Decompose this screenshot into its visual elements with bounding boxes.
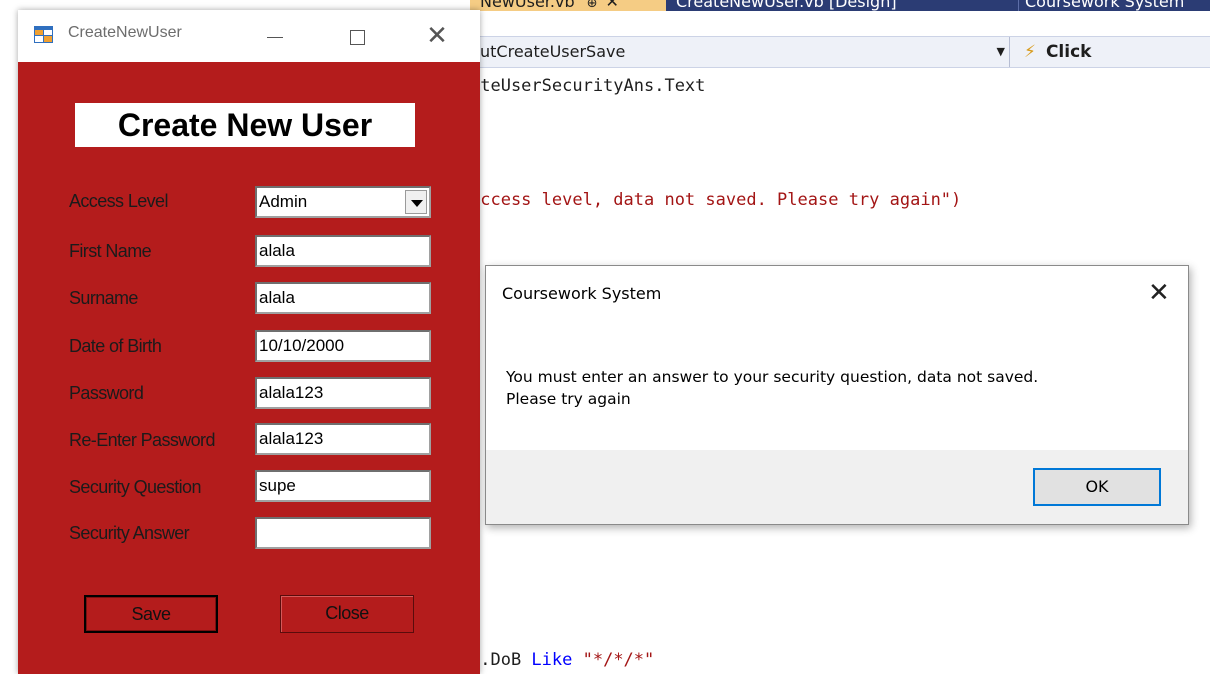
reenter-password-input[interactable]: alala123	[255, 423, 431, 455]
tab-coursework-system[interactable]: Coursework System	[1018, 0, 1184, 11]
access-level-label: Access Level	[69, 191, 168, 211]
minimize-button[interactable]	[252, 18, 298, 54]
save-button[interactable]: Save	[84, 595, 218, 633]
first-name-label: First Name	[69, 241, 152, 261]
security-answer-label: Security Answer	[69, 523, 190, 543]
form-heading: Create New User	[75, 103, 415, 147]
close-icon: ✕	[426, 21, 448, 51]
window-titlebar[interactable]: CreateNewUser ✕	[18, 10, 480, 62]
code-string: "*/*/*"	[572, 650, 655, 670]
ok-button[interactable]: OK	[1033, 468, 1161, 506]
close-button[interactable]: Close	[280, 595, 414, 633]
tab-label: CreateNewUser.vb [Design]	[676, 0, 897, 11]
maximize-button[interactable]	[334, 18, 380, 54]
chevron-down-icon: ▼	[996, 45, 1005, 58]
dob-label: Date of Birth	[69, 336, 162, 356]
tab-label: Coursework System	[1025, 0, 1185, 11]
create-new-user-window: CreateNewUser ✕ Create New User Access L…	[18, 10, 480, 674]
code-line: access level, data not saved. Please try…	[470, 190, 962, 210]
message-box: Coursework System ✕ You must enter an an…	[485, 265, 1189, 525]
code-line: ateUserSecurityAns.Text	[470, 76, 706, 96]
reenter-password-label: Re-Enter Password	[69, 430, 215, 450]
surname-input[interactable]: alala	[255, 282, 431, 314]
document-tabstrip: NewUser.vb ⊕ ✕ CreateNewUser.vb [Design] C…	[470, 0, 1210, 11]
maximize-icon	[349, 30, 365, 45]
code-line: r.DoB Like "*/*/*"	[470, 650, 654, 670]
message-text: You must enter an answer to your securit…	[506, 366, 1156, 410]
tab-createnewuser-design[interactable]: CreateNewUser.vb [Design]	[670, 0, 897, 11]
tab-createnewuser-vb[interactable]: NewUser.vb ⊕ ✕	[470, 0, 666, 11]
close-icon[interactable]: ✕	[1148, 278, 1170, 308]
password-label: Password	[69, 383, 144, 403]
event-dropdown-value: Click	[1045, 42, 1092, 62]
event-dropdown[interactable]: ⚡ Click	[1014, 37, 1210, 67]
member-dropdown[interactable]: utCreateUserSave ▼	[470, 37, 1010, 67]
message-line: You must enter an answer to your securit…	[506, 368, 1039, 386]
message-box-title: Coursework System	[502, 284, 662, 303]
event-bolt-icon: ⚡	[1024, 42, 1036, 62]
dob-input[interactable]: 10/10/2000	[255, 330, 431, 362]
chevron-down-icon[interactable]	[405, 190, 427, 214]
code-keyword: Like	[531, 650, 573, 670]
close-tab-icon[interactable]: ✕	[606, 0, 619, 11]
security-answer-input[interactable]	[255, 517, 431, 549]
security-question-label: Security Question	[69, 477, 201, 497]
security-question-input[interactable]: supe	[255, 470, 431, 502]
member-dropdown-value: utCreateUserSave	[480, 42, 626, 61]
form-app-icon	[34, 26, 53, 43]
tab-label: NewUser.vb	[480, 0, 575, 11]
surname-label: Surname	[69, 288, 138, 308]
close-window-button[interactable]: ✕	[414, 18, 460, 54]
message-line: Please try again	[506, 390, 631, 408]
access-level-select[interactable]: Admin	[255, 186, 431, 218]
first-name-input[interactable]: alala	[255, 235, 431, 267]
window-title: CreateNewUser	[68, 24, 182, 41]
minimize-icon	[267, 37, 283, 38]
pin-icon[interactable]: ⊕	[587, 0, 598, 11]
password-input[interactable]: alala123	[255, 377, 431, 409]
access-level-value: Admin	[259, 192, 308, 211]
message-box-footer: OK	[486, 450, 1188, 524]
navigation-bar: utCreateUserSave ▼ ⚡ Click	[470, 36, 1210, 68]
